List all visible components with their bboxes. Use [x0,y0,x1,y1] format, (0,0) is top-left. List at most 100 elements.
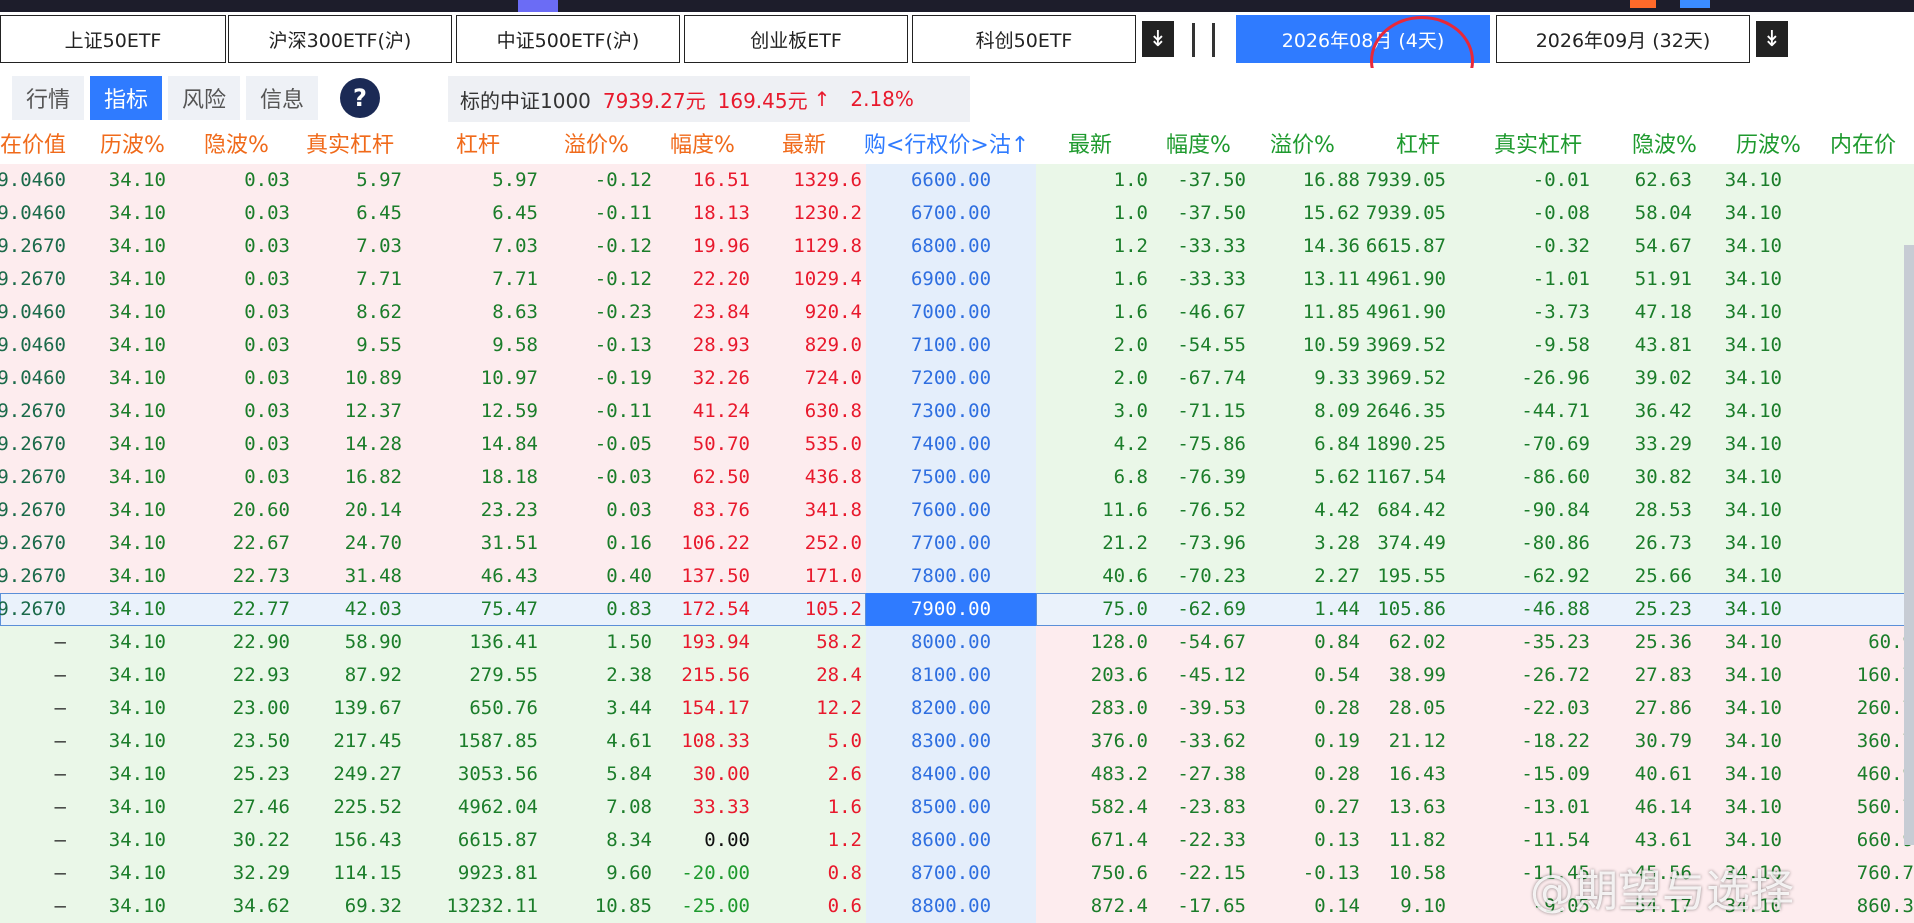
top-orange-icon[interactable] [1630,0,1656,8]
call-premium-cell: 1.50 [606,631,652,653]
call-hv-cell: 34.10 [108,565,166,587]
top-blue-icon[interactable] [1680,0,1710,8]
hdr-strike[interactable]: 购<行权价>沽↑ [864,130,1029,162]
help-icon[interactable]: ? [340,78,380,118]
call-leverage-cell: 4962.04 [457,796,538,818]
put-real-leverage-cell: -35.23 [1521,631,1590,653]
call-hv-cell: 34.10 [108,301,166,323]
call-last-cell: 829.0 [804,334,862,356]
tab-sse50etf[interactable]: 上证50ETF [0,15,226,63]
call-real-leverage-cell: 31.48 [344,565,402,587]
hdr-call-last[interactable]: 最新 [782,130,826,162]
hdr-put-last[interactable]: 最新 [1068,130,1112,162]
hdr-call-intrinsic[interactable]: 在价值 [0,130,66,162]
table-row[interactable]: – 34.10 27.46 225.52 4962.04 7.08 33.33 1.6 8500… [0,791,1914,824]
call-hv-cell: 34.10 [108,433,166,455]
table-row[interactable]: – 34.10 30.22 156.43 6615.87 8.34 0.00 1.2 8600.… [0,824,1914,857]
call-leverage-cell: 6615.87 [457,829,538,851]
put-hv-cell: 34.10 [1724,796,1782,818]
hdr-put-leverage[interactable]: 杠杆 [1396,130,1440,162]
call-iv-cell: 0.03 [244,235,290,257]
call-leverage-cell: 12.59 [480,400,538,422]
btn-info[interactable]: 信息 [246,76,318,120]
table-row[interactable]: 39.0460 34.10 0.03 9.55 9.58 -0.13 28.93 829.0 7… [0,329,1914,362]
underlying-price: 7939.27元 [602,88,706,113]
call-change-cell: 62.50 [692,466,750,488]
months-dropdown-icon[interactable]: ↡ [1756,21,1788,57]
call-change-cell: 41.24 [692,400,750,422]
tab-star50etf[interactable]: 科创50ETF [912,15,1136,63]
tab-csi500etf[interactable]: 中证500ETF(沪) [456,15,680,63]
call-last-cell: 28.4 [816,664,862,686]
put-iv-cell: 27.86 [1634,697,1692,719]
hdr-put-change[interactable]: 幅度% [1166,130,1231,162]
toolbar: 行情 指标 风险 信息 ? 标的中证1000 7939.27元 169.45元 … [0,68,1914,130]
hdr-put-intrinsic[interactable]: 内在价 [1830,130,1896,162]
hdr-put-premium[interactable]: 溢价% [1270,130,1335,162]
table-row[interactable]: – 34.10 23.50 217.45 1587.85 4.61 108.33 5.0 830… [0,725,1914,758]
call-leverage-cell: 31.51 [480,532,538,554]
hdr-put-real-leverage[interactable]: 真实杠杆 [1494,130,1582,162]
tabs-dropdown-icon[interactable]: ↡ [1142,21,1174,57]
table-row[interactable]: 39.2670 34.10 22.77 42.03 75.47 0.83 172.54 105… [0,593,1914,626]
put-premium-cell: 0.13 [1314,829,1360,851]
tab-csi300etf[interactable]: 沪深300ETF(沪) [228,15,452,63]
put-iv-cell: 40.61 [1634,763,1692,785]
table-row[interactable]: 39.2670 34.10 0.03 16.82 18.18 -0.03 62.50 436.… [0,461,1914,494]
hdr-call-change[interactable]: 幅度% [670,130,735,162]
table-row[interactable]: 39.2670 34.10 0.03 14.28 14.84 -0.05 50.70 535.… [0,428,1914,461]
call-leverage-cell: 7.71 [492,268,538,290]
call-premium-cell: -0.23 [594,301,652,323]
tab-chinext-etf[interactable]: 创业板ETF [684,15,908,63]
put-last-cell: 1.0 [1113,169,1148,191]
call-last-cell: 1029.4 [793,268,862,290]
hdr-call-leverage[interactable]: 杠杆 [456,130,500,162]
table-row[interactable]: 39.0460 34.10 0.03 5.97 5.97 -0.12 16.51 1329.6… [0,164,1914,197]
put-last-cell: 671.4 [1090,829,1148,851]
put-premium-cell: 3.28 [1314,532,1360,554]
put-hv-cell: 34.10 [1724,202,1782,224]
table-row[interactable]: 39.2670 34.10 22.67 24.70 31.51 0.16 106.22 252… [0,527,1914,560]
table-row[interactable]: – 34.10 22.93 87.92 279.55 2.38 215.56 28.4 8100… [0,659,1914,692]
call-premium-cell: -0.12 [594,235,652,257]
call-leverage-cell: 279.55 [469,664,538,686]
table-row[interactable]: 39.2670 34.10 20.60 20.14 23.23 0.03 83.76 341.… [0,494,1914,527]
strike-cell: 8000.00 [910,631,992,653]
hdr-call-hv[interactable]: 历波% [100,130,165,162]
table-row[interactable]: 39.0460 34.10 0.03 8.62 8.63 -0.23 23.84 920.4 7… [0,296,1914,329]
put-leverage-cell: 1890.25 [1365,433,1446,455]
btn-indicators[interactable]: 指标 [90,76,162,120]
scrollbar[interactable] [1904,245,1914,845]
call-change-cell: 83.76 [692,499,750,521]
call-hv-cell: 34.10 [108,829,166,851]
hdr-call-iv[interactable]: 隐波% [204,130,269,162]
put-hv-cell: 34.10 [1724,433,1782,455]
put-leverage-cell: 195.55 [1377,565,1446,587]
btn-quotes[interactable]: 行情 [12,76,84,120]
put-hv-cell: 34.10 [1724,334,1782,356]
table-row[interactable]: – 34.10 23.00 139.67 650.76 3.44 154.17 12.2 820… [0,692,1914,725]
call-last-cell: 341.8 [804,499,862,521]
table-row[interactable]: – 34.10 22.90 58.90 136.41 1.50 193.94 58.2 8000… [0,626,1914,659]
table-row[interactable]: 39.2670 34.10 0.03 7.03 7.03 -0.12 19.96 1129.8… [0,230,1914,263]
up-arrow-icon: ↑ [813,87,831,111]
table-row[interactable]: 39.0460 34.10 0.03 6.45 6.45 -0.11 18.13 1230.2… [0,197,1914,230]
hdr-put-hv[interactable]: 历波% [1736,130,1801,162]
table-row[interactable]: 39.2670 34.10 0.03 7.71 7.71 -0.12 22.20 1029.4… [0,263,1914,296]
hdr-call-premium[interactable]: 溢价% [564,130,629,162]
put-iv-cell: 46.14 [1634,796,1692,818]
call-hv-cell: 34.10 [108,499,166,521]
btn-risk[interactable]: 风险 [168,76,240,120]
hdr-call-real-leverage[interactable]: 真实杠杆 [306,130,394,162]
put-hv-cell: 34.10 [1724,631,1782,653]
put-iv-cell: 33.29 [1634,433,1692,455]
table-row[interactable]: – 34.10 25.23 249.27 3053.56 5.84 30.00 2.6 8400… [0,758,1914,791]
table-row[interactable]: 39.0460 34.10 0.03 10.89 10.97 -0.19 32.26 724.… [0,362,1914,395]
table-row[interactable]: 39.2670 34.10 0.03 12.37 12.59 -0.11 41.24 630.… [0,395,1914,428]
month-tab-sep[interactable]: 2026年09月 (32天) [1496,15,1750,63]
put-real-leverage-cell: -18.22 [1521,730,1590,752]
call-change-cell: 30.00 [692,763,750,785]
table-row[interactable]: 39.2670 34.10 22.73 31.48 46.43 0.40 137.50 171… [0,560,1914,593]
call-last-cell: 171.0 [804,565,862,587]
hdr-put-iv[interactable]: 隐波% [1632,130,1697,162]
